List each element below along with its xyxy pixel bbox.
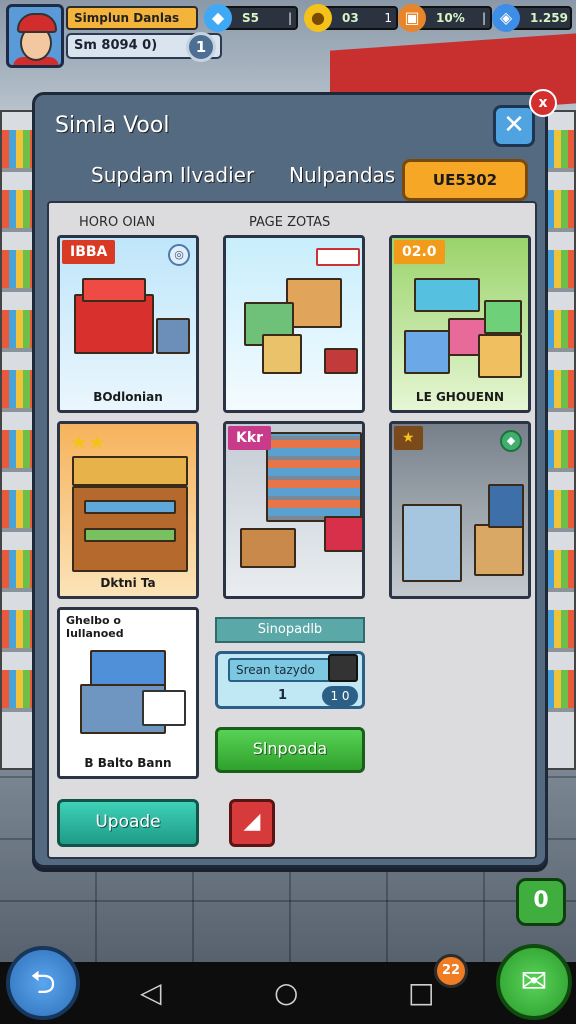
card-tag: 02.0	[394, 240, 445, 264]
gem-icon: ◆	[500, 430, 522, 452]
resource-diamonds[interactable]: ◈ 1.259	[492, 4, 572, 32]
column-header: HORO OIAN	[79, 215, 156, 230]
tab-upgrades[interactable]: Supdam Ilvadier	[91, 163, 254, 187]
top-hud: Simplun Danlas Sm 8094 0) 1 ◆ S5 | ● 03 …	[0, 0, 576, 74]
card-caption: Dktni Ta	[100, 576, 156, 590]
crate-icon	[286, 278, 342, 328]
item-card[interactable]: ★ ◆	[389, 421, 531, 599]
panel-title: Simla Vool	[55, 113, 170, 138]
aisle-shelf-icon	[266, 432, 362, 522]
gold-coin-icon: ●	[304, 4, 332, 32]
card-tag: Ghelbo o Iullanoed	[66, 614, 124, 640]
tab-supplies[interactable]: Nulpandas	[289, 163, 395, 187]
mail-button[interactable]: ✉	[496, 944, 572, 1020]
tab-action-button[interactable]: UE5302	[402, 159, 528, 201]
star-icon: ★	[394, 426, 423, 450]
diamond-icon: ◈	[492, 4, 520, 32]
item-card[interactable]: Ghelbo o Iullanoed B Balto Bann	[57, 607, 199, 779]
crate-icon	[474, 524, 524, 576]
nav-back-icon[interactable]: ◁	[140, 976, 162, 1009]
upgrade-header: Sinopadlb	[215, 617, 365, 643]
quantity-value: 1	[278, 688, 288, 703]
quantity-pill: 1 0	[322, 686, 358, 706]
resource-gold[interactable]: ● 03 1	[304, 4, 398, 32]
notification-badge[interactable]: 22	[434, 954, 468, 988]
system-nav-bar: ◁ ○ □	[0, 962, 576, 1024]
item-card[interactable]	[223, 235, 365, 413]
column-header: PAGE ZOTAS	[249, 215, 331, 230]
resource-crates[interactable]: ▣ 10% |	[398, 4, 492, 32]
counter-icon	[74, 294, 154, 354]
cart-icon	[142, 690, 186, 726]
crate-icon: ▣	[398, 4, 426, 32]
quantity-field[interactable]: Srean tazydo 1 1 0	[215, 651, 365, 709]
item-card[interactable]: ★★ Dktni Ta	[57, 421, 199, 599]
crate-icon	[404, 330, 450, 374]
nav-home-icon[interactable]: ○	[274, 976, 298, 1009]
back-button[interactable]: ⮌	[6, 946, 80, 1020]
resource-gems[interactable]: ◆ S5 |	[204, 4, 298, 32]
info-icon[interactable]: ◎	[168, 244, 190, 266]
fridge-icon	[402, 504, 462, 582]
shop-panel: Simla Vool ✕ x Supdam Ilvadier Nulpandas…	[32, 89, 557, 868]
cap-icon	[17, 13, 57, 33]
card-caption: BOdlonian	[93, 390, 163, 404]
player-name: Simplun Danlas	[66, 6, 198, 30]
cart-icon	[324, 516, 362, 552]
card-caption: LE GHOUENN	[415, 390, 505, 404]
panel-content: HORO OIAN PAGE ZOTAS IBBA ◎ BOdlonian 02…	[47, 201, 537, 859]
star-icon: ★★	[70, 430, 106, 454]
card-tag: Kkr	[228, 426, 272, 450]
item-card[interactable]: Kkr	[223, 421, 365, 599]
card-tag: IBBA	[62, 240, 116, 264]
close-button[interactable]: ✕	[493, 105, 535, 147]
update-button[interactable]: Upoade	[57, 799, 199, 847]
card-caption: B Balto Bann	[84, 756, 172, 770]
item-card[interactable]: 02.0 LE GHOUENN	[389, 235, 531, 413]
cart-icon	[324, 348, 358, 374]
cube-icon	[328, 654, 358, 682]
edit-button[interactable]: ◢	[229, 799, 275, 847]
side-menu-button[interactable]: 0	[516, 878, 566, 926]
upgrade-button[interactable]: Slnpoada	[215, 727, 365, 773]
close-badge[interactable]: x	[529, 89, 557, 117]
nav-recent-icon[interactable]: □	[408, 976, 434, 1009]
gem-icon: ◆	[204, 4, 232, 32]
player-avatar[interactable]	[6, 4, 64, 68]
level-badge: 1	[186, 32, 216, 62]
item-card[interactable]: IBBA ◎ BOdlonian	[57, 235, 199, 413]
